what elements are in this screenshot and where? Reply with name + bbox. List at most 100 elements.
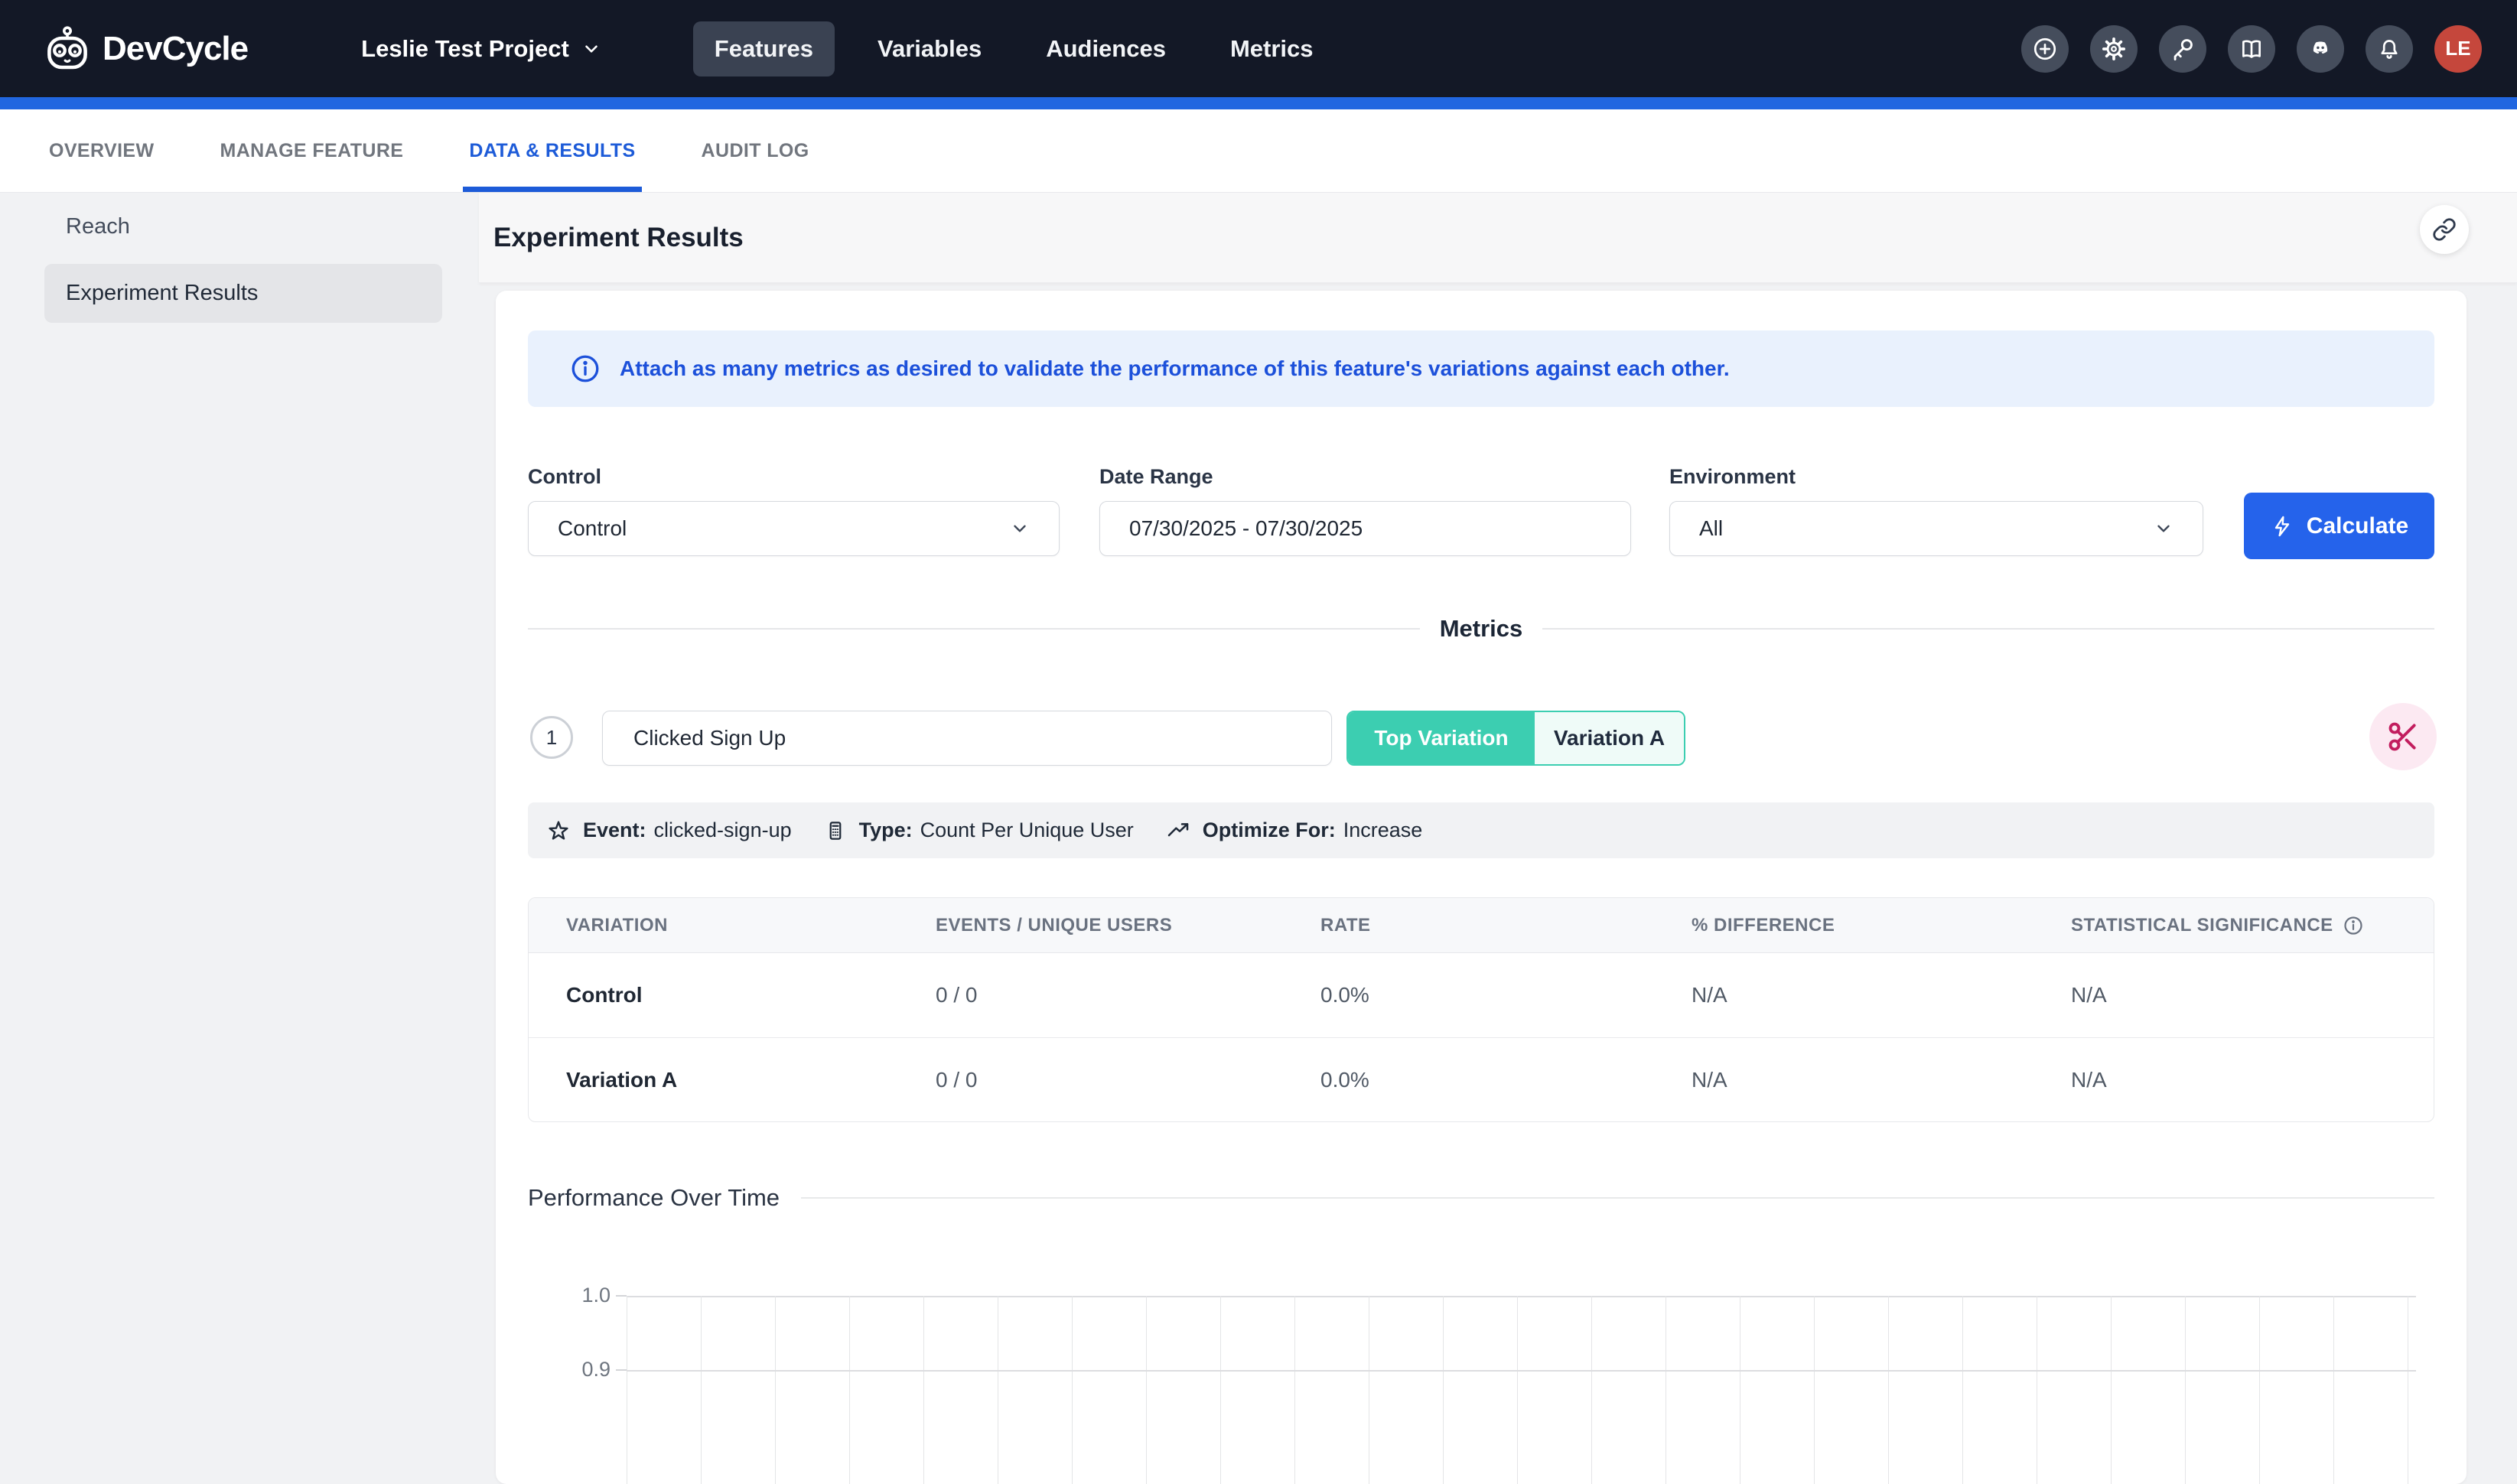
calculate-button[interactable]: Calculate bbox=[2244, 493, 2434, 559]
chevron-down-icon bbox=[581, 39, 601, 59]
chevron-down-icon bbox=[1010, 519, 1030, 539]
add-button[interactable] bbox=[2021, 25, 2069, 73]
row-events: 0 / 0 bbox=[936, 983, 1320, 1007]
row-events: 0 / 0 bbox=[936, 1068, 1320, 1092]
info-circle-icon[interactable] bbox=[2343, 915, 2364, 936]
avatar-initials: LE bbox=[2445, 37, 2470, 60]
calculate-button-label: Calculate bbox=[2307, 513, 2408, 539]
toggle-top-variation[interactable]: Top Variation bbox=[1348, 712, 1535, 764]
row-rate: 0.0% bbox=[1320, 1068, 1692, 1092]
experiment-results-card: Attach as many metrics as desired to val… bbox=[496, 291, 2467, 1484]
row-significance: N/A bbox=[2071, 983, 2434, 1007]
project-selector[interactable]: Leslie Test Project bbox=[361, 35, 601, 63]
toggle-variation-a[interactable]: Variation A bbox=[1535, 712, 1684, 764]
nav-variables[interactable]: Variables bbox=[856, 21, 1003, 76]
nav-metrics[interactable]: Metrics bbox=[1209, 21, 1335, 76]
feature-tab-bar: OVERVIEW MANAGE FEATURE DATA & RESULTS A… bbox=[0, 109, 2517, 193]
performance-section-header: Performance Over Time bbox=[528, 1184, 2434, 1212]
book-icon bbox=[2239, 36, 2265, 62]
metric-name-value: Clicked Sign Up bbox=[633, 726, 786, 750]
tab-data-and-results[interactable]: DATA & RESULTS bbox=[469, 109, 635, 192]
y-axis-tickmark bbox=[616, 1369, 627, 1371]
key-icon bbox=[2170, 36, 2196, 62]
bell-icon bbox=[2376, 36, 2402, 62]
docs-button[interactable] bbox=[2228, 25, 2275, 73]
metric-name-input[interactable]: Clicked Sign Up bbox=[602, 711, 1332, 766]
info-circle-icon bbox=[569, 353, 601, 385]
brand-name: DevCycle bbox=[103, 30, 248, 68]
top-navigation-bar: DevCycle Leslie Test Project Features Va… bbox=[0, 0, 2517, 97]
calculator-icon bbox=[824, 819, 847, 842]
date-range-label: Date Range bbox=[1099, 465, 1213, 489]
y-axis-tick: 0.9 bbox=[526, 1358, 611, 1381]
environment-select[interactable]: All bbox=[1669, 501, 2203, 556]
optimize-label: Optimize For: bbox=[1203, 818, 1336, 842]
page-title: Experiment Results bbox=[493, 223, 744, 253]
trending-up-icon bbox=[1166, 818, 1190, 843]
star-icon bbox=[546, 818, 571, 843]
sidebar-item-experiment-results[interactable]: Experiment Results bbox=[44, 264, 442, 323]
metrics-section-divider: Metrics bbox=[528, 615, 2434, 643]
project-name: Leslie Test Project bbox=[361, 35, 569, 63]
nav-audiences[interactable]: Audiences bbox=[1024, 21, 1187, 76]
tab-overview[interactable]: OVERVIEW bbox=[49, 109, 155, 192]
gridline-0-9 bbox=[627, 1370, 2416, 1372]
sidebar-item-reach[interactable]: Reach bbox=[66, 214, 130, 239]
user-avatar[interactable]: LE bbox=[2434, 25, 2482, 73]
control-select-value: Control bbox=[558, 516, 1010, 541]
tab-manage-feature[interactable]: MANAGE FEATURE bbox=[220, 109, 404, 192]
y-axis-tick: 1.0 bbox=[526, 1284, 611, 1307]
optimize-value: Increase bbox=[1343, 818, 1423, 842]
remove-metric-button[interactable] bbox=[2369, 703, 2437, 770]
date-range-input[interactable]: 07/30/2025 - 07/30/2025 bbox=[1099, 501, 1631, 556]
devcycle-logo[interactable]: DevCycle bbox=[43, 24, 248, 73]
control-label: Control bbox=[528, 465, 601, 489]
gear-icon bbox=[2101, 36, 2127, 62]
settings-button[interactable] bbox=[2090, 25, 2138, 73]
row-rate: 0.0% bbox=[1320, 983, 1692, 1007]
api-keys-button[interactable] bbox=[2159, 25, 2206, 73]
page-header: Experiment Results bbox=[479, 193, 2517, 283]
row-significance: N/A bbox=[2071, 1068, 2434, 1092]
row-difference: N/A bbox=[1692, 983, 2071, 1007]
chevron-down-icon bbox=[2154, 519, 2173, 539]
table-row: Control 0 / 0 0.0% N/A N/A bbox=[529, 953, 2434, 1037]
col-variation: VARIATION bbox=[529, 915, 936, 936]
environment-label: Environment bbox=[1669, 465, 1796, 489]
notifications-button[interactable] bbox=[2366, 25, 2413, 73]
metric-index-badge: 1 bbox=[530, 716, 573, 759]
row-difference: N/A bbox=[1692, 1068, 2071, 1092]
primary-nav: Features Variables Audiences Metrics bbox=[693, 21, 1335, 76]
sidebar-item-label: Experiment Results bbox=[66, 281, 258, 306]
tab-audit-log[interactable]: AUDIT LOG bbox=[702, 109, 809, 192]
row-variation: Control bbox=[529, 983, 936, 1007]
performance-chart: 1.0 0.9 bbox=[496, 1281, 2467, 1484]
nav-features[interactable]: Features bbox=[693, 21, 835, 76]
table-row: Variation A 0 / 0 0.0% N/A N/A bbox=[529, 1037, 2434, 1121]
info-banner-text: Attach as many metrics as desired to val… bbox=[620, 356, 1730, 381]
col-events: EVENTS / UNIQUE USERS bbox=[936, 915, 1320, 936]
chart-plot-area bbox=[627, 1296, 2416, 1484]
variation-toggle: Top Variation Variation A bbox=[1346, 711, 1685, 766]
discord-icon bbox=[2307, 35, 2334, 63]
devcycle-robot-icon bbox=[43, 24, 92, 73]
results-table-header: VARIATION EVENTS / UNIQUE USERS RATE % D… bbox=[529, 898, 2434, 953]
discord-button[interactable] bbox=[2297, 25, 2344, 73]
type-value: Count Per Unique User bbox=[920, 818, 1134, 842]
environment-select-value: All bbox=[1699, 516, 2154, 541]
col-rate: RATE bbox=[1320, 915, 1692, 936]
scissors-icon bbox=[2386, 720, 2420, 753]
performance-title: Performance Over Time bbox=[528, 1184, 780, 1212]
type-label: Type: bbox=[859, 818, 913, 842]
accent-strip bbox=[0, 97, 2517, 109]
row-variation: Variation A bbox=[529, 1068, 936, 1092]
event-label: Event: bbox=[583, 818, 646, 842]
copy-link-button[interactable] bbox=[2420, 205, 2469, 254]
col-difference: % DIFFERENCE bbox=[1692, 915, 2071, 936]
event-value: clicked-sign-up bbox=[654, 818, 792, 842]
control-select[interactable]: Control bbox=[528, 501, 1060, 556]
lightning-bolt-icon bbox=[2270, 514, 2294, 539]
col-significance: STATISTICAL SIGNIFICANCE bbox=[2071, 915, 2434, 936]
metrics-heading: Metrics bbox=[1440, 615, 1523, 643]
plus-circle-icon bbox=[2032, 36, 2058, 62]
